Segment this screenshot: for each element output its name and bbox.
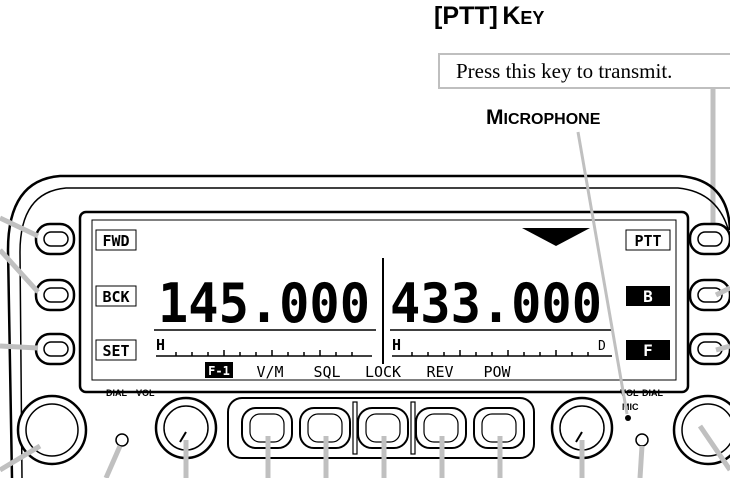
menu-rev: REV — [426, 363, 453, 381]
left-vol-label: VOL — [136, 388, 155, 398]
menu-lock: LOCK — [365, 363, 401, 381]
ptt-lcd-label: PTT — [634, 232, 661, 250]
right-power-indicator: H — [392, 336, 401, 354]
bck-leader-line — [0, 248, 40, 294]
right-dial-label: DIAL — [642, 388, 663, 398]
menu-pow: POW — [483, 363, 511, 381]
right-busy-led — [635, 433, 649, 447]
right-frequency: 433.000 — [390, 272, 602, 335]
microphone-hole — [625, 415, 631, 421]
soft-key-block — [227, 397, 535, 459]
b-button[interactable] — [688, 278, 730, 312]
set-button[interactable] — [34, 332, 76, 366]
bck-lcd-label: BCK — [102, 288, 129, 306]
right-d-indicator: D — [598, 339, 606, 354]
soft-key-divider-right — [410, 401, 416, 455]
set-leader-line — [0, 343, 39, 351]
f-lcd-label: F — [643, 341, 653, 360]
left-power-indicator: H — [156, 336, 165, 354]
left-dial-label: DIAL — [106, 388, 127, 398]
set-lcd-label: SET — [102, 342, 129, 360]
fwd-button[interactable] — [34, 222, 76, 256]
radio-front-panel: FWD BCK SET PTT B F 145.000 433.000 H H … — [0, 89, 730, 478]
b-lcd-label: B — [643, 287, 653, 306]
menu-sql: SQL — [313, 363, 340, 381]
left-busy-led — [115, 433, 129, 447]
fwd-lcd-label: FWD — [102, 232, 129, 250]
right-button-column — [688, 222, 730, 366]
left-frequency: 145.000 — [158, 272, 370, 335]
menu-vm: V/M — [256, 363, 283, 381]
ptt-button[interactable] — [688, 222, 730, 256]
menu-f1: F-1 — [208, 364, 230, 378]
soft-key-divider-left — [352, 401, 358, 455]
radio-diagram: [PTT] KEY Press this key to transmit. MI… — [0, 0, 730, 478]
left-button-column — [34, 222, 76, 366]
bck-button[interactable] — [34, 278, 76, 312]
fwd-leader-line — [0, 215, 40, 239]
